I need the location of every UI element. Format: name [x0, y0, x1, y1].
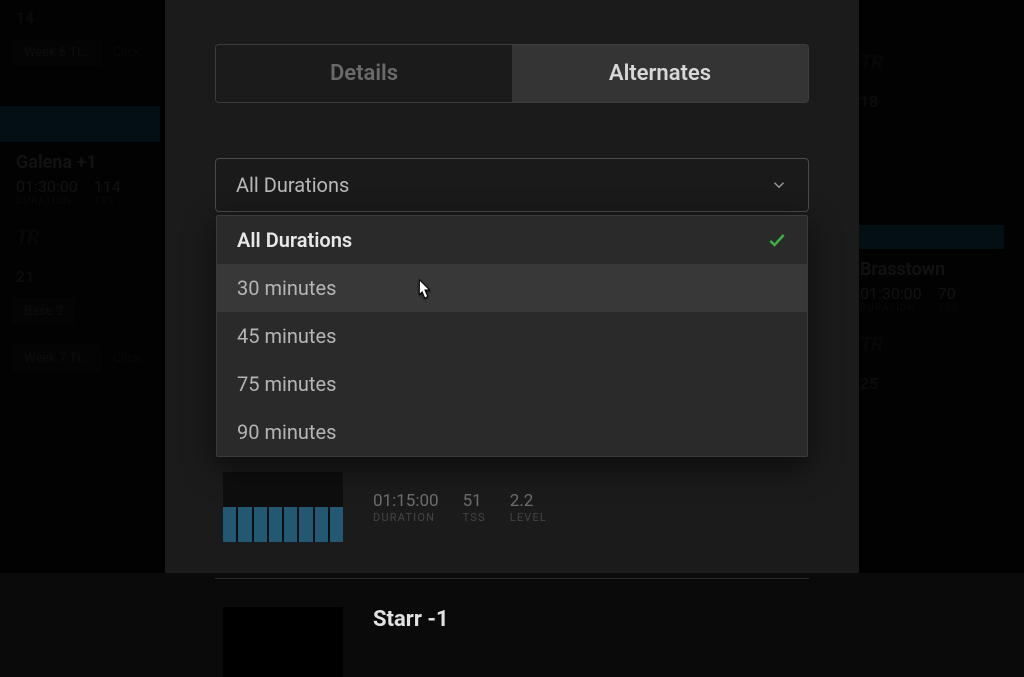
duration-select[interactable]: All Durations All Durations30 minutes45 … — [215, 158, 809, 212]
workout-thumbnail-starr — [223, 607, 343, 677]
workout-level-val: 2.2 — [510, 491, 547, 511]
dropdown-item-label: 45 minutes — [237, 324, 336, 348]
workout-row[interactable]: 01:15:00DURATION 51TSS 2.2LEVEL — [215, 472, 809, 542]
duration-select-value: All Durations — [236, 173, 349, 197]
workout-level-lbl: LEVEL — [510, 511, 547, 524]
dropdown-item-label: 90 minutes — [237, 420, 336, 444]
workout-thumbnail — [223, 472, 343, 542]
dropdown-item-label: 30 minutes — [237, 276, 336, 300]
dropdown-item[interactable]: 90 minutes — [217, 408, 807, 456]
workout-duration-val: 01:15:00 — [373, 491, 439, 511]
chevron-down-icon — [770, 176, 788, 194]
workout-row-starr[interactable]: Starr -1 — [215, 578, 809, 677]
workout-title-starr: Starr -1 — [373, 607, 449, 632]
tab-alternates[interactable]: Alternates — [512, 45, 808, 102]
dropdown-item[interactable]: 30 minutes — [217, 264, 807, 312]
workout-duration-lbl: DURATION — [373, 511, 439, 524]
dropdown-item[interactable]: All Durations — [217, 216, 807, 264]
dropdown-item-label: 75 minutes — [237, 372, 336, 396]
dropdown-item[interactable]: 75 minutes — [217, 360, 807, 408]
dropdown-item-label: All Durations — [237, 228, 352, 252]
alternates-modal: Details Alternates All Durations All Dur… — [165, 0, 859, 573]
workout-tss-val: 51 — [463, 491, 486, 511]
check-icon — [767, 230, 787, 250]
duration-dropdown: All Durations 30 minutes 45 minutes 75 minu… — [216, 215, 808, 457]
dropdown-item[interactable]: 45 minutes — [217, 312, 807, 360]
tab-details[interactable]: Details — [216, 45, 512, 102]
modal-tabs: Details Alternates — [215, 44, 809, 103]
workout-tss-lbl: TSS — [463, 511, 486, 524]
duration-select-trigger[interactable]: All Durations — [216, 159, 808, 211]
